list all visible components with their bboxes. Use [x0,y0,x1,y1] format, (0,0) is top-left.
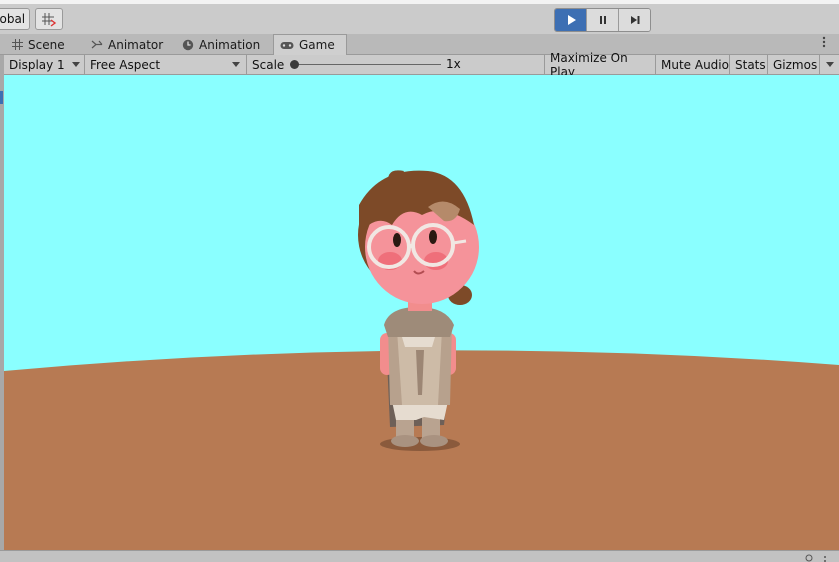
aspect-value: Free Aspect [90,57,161,72]
selection-indicator [0,91,3,104]
pause-button[interactable] [587,9,619,31]
scale-value: 1x [446,57,461,71]
global-label: Global [0,12,26,26]
scale-label: Scale [252,57,285,72]
tab-animator[interactable]: Animator [91,34,163,55]
aspect-dropdown[interactable]: Free Aspect [85,55,247,74]
maximize-on-play-toggle[interactable]: Maximize On Play [545,51,656,79]
tab-scene[interactable]: Scene [12,34,65,55]
display-dropdown[interactable]: Display 1 [4,55,85,74]
tab-game-label: Game [299,38,335,52]
grid-snap-icon [42,13,57,27]
display-value: Display 1 [9,57,65,72]
tab-options-menu-button[interactable] [818,36,830,52]
pause-icon [599,16,606,24]
tab-animation-label: Animation [199,37,261,52]
stats-toggle[interactable]: Stats [730,55,768,74]
stats-label: Stats [735,57,766,72]
play-controls [554,8,651,32]
pivot-global-toggle[interactable]: Global [0,8,30,30]
scale-slider-track[interactable] [295,64,441,65]
gizmos-label: Gizmos [773,57,818,72]
grid-snapping-button[interactable] [35,8,63,30]
tab-scene-label: Scene [28,37,65,52]
gizmos-dropdown-button[interactable] [820,55,839,74]
step-icon [630,16,639,24]
status-bar [0,550,839,562]
status-icons [805,554,826,562]
play-icon [567,15,576,25]
gizmos-toggle[interactable]: Gizmos [768,55,820,74]
scale-slider-handle[interactable] [290,60,299,69]
mute-audio-label: Mute Audio [661,57,729,72]
animator-icon [91,40,103,49]
tab-animator-label: Animator [108,37,164,52]
play-button[interactable] [555,9,587,31]
kebab-menu-icon [822,36,826,48]
aspect-chevron-down-icon [232,62,240,67]
grid-icon [12,39,23,50]
game-scene [4,170,839,550]
scale-control: Scale 1x [247,55,545,74]
tab-game[interactable]: Game [273,34,347,55]
gizmos-chevron-down-icon [825,62,834,67]
top-toolbar [0,0,839,34]
clock-icon [182,39,194,50]
display-chevron-down-icon [72,62,80,67]
mute-audio-toggle[interactable]: Mute Audio [656,55,730,74]
step-button[interactable] [619,9,650,31]
tab-animation[interactable]: Animation [182,34,260,55]
gamepad-icon [280,41,294,49]
game-viewport[interactable] [4,75,839,550]
